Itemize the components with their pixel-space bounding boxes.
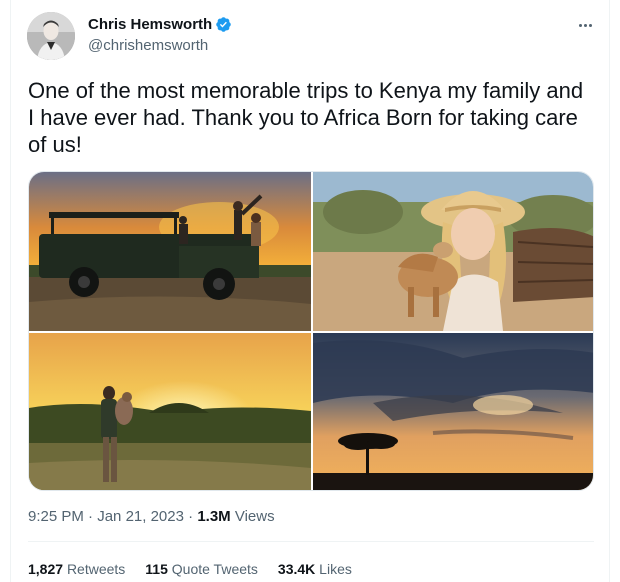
avatar[interactable] [27, 12, 75, 60]
likes-stat[interactable]: 33.4K Likes [278, 561, 352, 577]
meta-separator-2: · [183, 508, 198, 525]
quotes-label: Quote Tweets [171, 561, 258, 577]
photo-woman-with-goat[interactable] [313, 172, 593, 331]
author-handle[interactable]: @chrishemsworth [88, 37, 208, 54]
photo-father-and-child-sunset[interactable] [29, 333, 311, 490]
likes-label: Likes [319, 561, 352, 577]
likes-count: 33.4K [277, 561, 316, 577]
media-grid [28, 171, 594, 491]
verified-badge-icon [216, 17, 231, 32]
tweet-meta: 9:25 PM · Jan 21, 2023 · 1.3M Views [28, 508, 275, 525]
meta-separator: · [83, 508, 98, 525]
more-options-icon[interactable] [573, 13, 597, 37]
tweet-time[interactable]: 9:25 PM [28, 508, 84, 525]
engagement-stats: 1,827 Retweets 115 Quote Tweets 33.4K Li… [28, 561, 352, 577]
stats-divider [28, 541, 594, 542]
views-count: 1.3M [197, 508, 231, 525]
retweets-label: Retweets [66, 561, 126, 577]
author-name[interactable]: Chris Hemsworth [88, 16, 212, 33]
retweets-count: 1,827 [28, 561, 64, 577]
tweet-date[interactable]: Jan 21, 2023 [97, 508, 184, 525]
views-label: Views [234, 508, 275, 525]
photo-safari-jeep[interactable] [29, 172, 311, 331]
photo-acacia-tree-sky[interactable] [313, 333, 593, 490]
tweet-text: One of the most memorable trips to Kenya… [28, 78, 584, 157]
quotes-count: 115 [145, 561, 168, 577]
avatar-photo [27, 12, 75, 60]
retweets-stat[interactable]: 1,827 Retweets [28, 561, 125, 577]
quote-tweets-stat[interactable]: 115 Quote Tweets [145, 561, 258, 577]
